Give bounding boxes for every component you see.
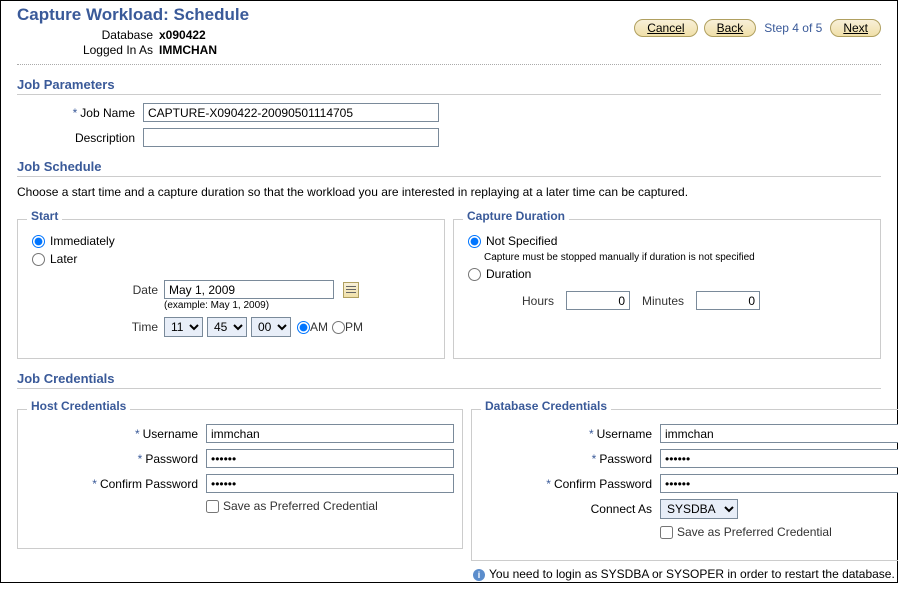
time-label: Time — [26, 320, 164, 334]
db-password-label: Password — [599, 452, 652, 466]
database-label: Database — [17, 28, 159, 42]
start-later-label: Later — [50, 252, 77, 266]
page-title: Capture Workload: Schedule — [17, 5, 249, 25]
connect-as-select[interactable]: SYSDBA — [660, 499, 738, 519]
not-specified-radio[interactable] — [468, 235, 481, 248]
date-input[interactable] — [164, 280, 334, 299]
duration-hint: Capture must be stopped manually if dura… — [484, 252, 872, 263]
next-button[interactable]: Next — [830, 19, 881, 37]
time-minute-select[interactable]: 45 — [207, 317, 247, 337]
duration-label: Duration — [486, 267, 531, 281]
host-credentials-legend: Host Credentials — [27, 399, 130, 413]
host-username-label: Username — [143, 427, 198, 441]
start-legend: Start — [27, 209, 62, 223]
db-confirm-input[interactable] — [660, 474, 898, 493]
database-value: x090422 — [159, 28, 206, 42]
am-label: AM — [310, 320, 328, 334]
job-credentials-header: Job Credentials — [17, 371, 881, 389]
duration-radio[interactable] — [468, 268, 481, 281]
job-schedule-header: Job Schedule — [17, 159, 881, 177]
step-indicator: Step 4 of 5 — [764, 21, 822, 35]
description-label: Description — [75, 131, 135, 145]
separator — [17, 64, 881, 65]
host-username-input[interactable] — [206, 424, 454, 443]
minutes-label: Minutes — [642, 294, 684, 308]
db-save-preferred-label: Save as Preferred Credential — [677, 525, 832, 539]
host-save-preferred-label: Save as Preferred Credential — [223, 499, 378, 513]
start-later-radio[interactable] — [32, 253, 45, 266]
job-name-input[interactable] — [143, 103, 439, 122]
logged-in-value: IMMCHAN — [159, 43, 217, 57]
pm-radio[interactable] — [332, 321, 345, 334]
description-input[interactable] — [143, 128, 439, 147]
time-second-select[interactable]: 00 — [251, 317, 291, 337]
date-example: (example: May 1, 2009) — [164, 300, 359, 311]
calendar-icon[interactable] — [343, 282, 359, 298]
db-username-label: Username — [597, 427, 652, 441]
pm-label: PM — [345, 320, 363, 334]
duration-legend: Capture Duration — [463, 209, 569, 223]
minutes-input[interactable] — [696, 291, 760, 310]
am-radio[interactable] — [297, 321, 310, 334]
logged-in-label: Logged In As — [17, 43, 159, 57]
start-immediately-radio[interactable] — [32, 235, 45, 248]
not-specified-label: Not Specified — [486, 234, 557, 248]
cancel-button[interactable]: Cancel — [634, 19, 697, 37]
db-confirm-label: Confirm Password — [554, 477, 652, 491]
host-confirm-label: Confirm Password — [100, 477, 198, 491]
job-parameters-header: Job Parameters — [17, 77, 881, 95]
start-immediately-label: Immediately — [50, 234, 115, 248]
hours-label: Hours — [522, 294, 554, 308]
db-credentials-legend: Database Credentials — [481, 399, 611, 413]
back-button[interactable]: Back — [704, 19, 757, 37]
time-hour-select[interactable]: 11 — [164, 317, 203, 337]
db-info-text: You need to login as SYSDBA or SYSOPER i… — [489, 567, 895, 581]
connect-as-label: Connect As — [591, 502, 652, 516]
db-save-preferred-checkbox[interactable] — [660, 526, 673, 539]
db-username-input[interactable] — [660, 424, 898, 443]
date-label: Date — [26, 280, 164, 297]
host-save-preferred-checkbox[interactable] — [206, 500, 219, 513]
db-password-input[interactable] — [660, 449, 898, 468]
info-icon: i — [473, 569, 485, 581]
job-name-label: Job Name — [80, 106, 135, 120]
host-password-input[interactable] — [206, 449, 454, 468]
hours-input[interactable] — [566, 291, 630, 310]
host-password-label: Password — [145, 452, 198, 466]
schedule-help: Choose a start time and a capture durati… — [17, 185, 881, 199]
host-confirm-input[interactable] — [206, 474, 454, 493]
